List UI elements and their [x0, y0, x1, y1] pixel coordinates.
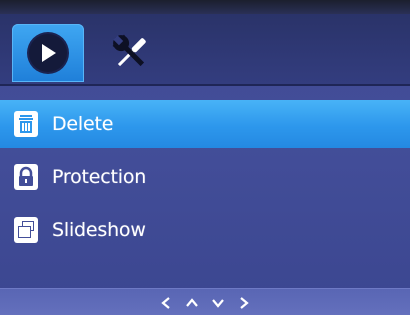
up-arrow-icon — [185, 296, 199, 310]
mode-tab-bar — [0, 14, 410, 86]
menu-item-label: Protection — [52, 166, 147, 188]
menu-item-label: Slideshow — [52, 219, 146, 241]
screen-bezel — [0, 0, 410, 14]
menu-item-delete[interactable]: Delete — [0, 100, 410, 148]
lock-icon — [12, 163, 40, 191]
navigation-hint-bar — [0, 288, 410, 315]
trash-icon — [12, 110, 40, 138]
slideshow-icon — [12, 216, 40, 244]
menu-item-protection[interactable]: Protection — [0, 153, 410, 201]
tab-settings[interactable] — [100, 24, 162, 82]
menu-item-slideshow[interactable]: Slideshow — [0, 206, 410, 254]
play-icon — [29, 34, 67, 72]
left-arrow-icon — [159, 296, 173, 310]
tab-playback[interactable] — [12, 24, 84, 82]
menu-item-label: Delete — [52, 113, 114, 135]
camera-menu-screen: Delete Protection Slideshow — [0, 0, 410, 315]
tools-icon — [112, 34, 146, 67]
right-arrow-icon — [237, 296, 251, 310]
down-arrow-icon — [211, 296, 225, 310]
